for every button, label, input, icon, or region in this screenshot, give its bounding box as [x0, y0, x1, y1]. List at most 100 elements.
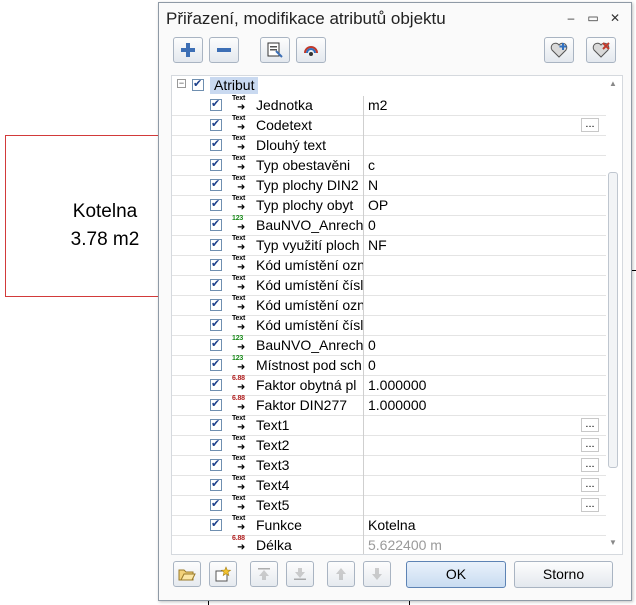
arrow-down-icon	[372, 568, 382, 580]
title-bar[interactable]: Přiřazení, modifikace atributů objektu ‒…	[159, 3, 631, 33]
attribute-row[interactable]: Text➜ Typ plochy DIN2 N	[172, 175, 606, 196]
attribute-value[interactable]: c	[368, 157, 568, 173]
vertical-scrollbar[interactable]: ▲ ▼	[607, 76, 621, 552]
attribute-value[interactable]: Kotelna	[368, 517, 568, 533]
row-checkbox[interactable]	[210, 177, 222, 191]
attribute-type-text-icon: Text ➜	[232, 295, 246, 313]
ok-button[interactable]: OK	[406, 561, 506, 588]
row-checkbox[interactable]	[210, 117, 222, 131]
attribute-value[interactable]: 1.000000	[368, 397, 568, 413]
attribute-row[interactable]: Text➜ Jednotka m2	[172, 95, 606, 116]
ellipsis-button[interactable]: ...	[581, 438, 599, 452]
row-checkbox[interactable]	[210, 477, 222, 491]
attribute-row[interactable]: Text➜ Text3...	[172, 455, 606, 476]
attribute-row[interactable]: Text➜ Kód umístění čísl	[172, 315, 606, 336]
attribute-value[interactable]: m2	[368, 97, 568, 113]
attribute-value[interactable]: 1.000000	[368, 377, 568, 393]
attribute-row[interactable]: Text➜ Kód umístění ozn	[172, 295, 606, 316]
collapse-toggle[interactable]: −	[177, 79, 186, 88]
maximize-button[interactable]: ▭	[585, 10, 601, 26]
attribute-row[interactable]: 6.88➜ Faktor DIN277 1.000000	[172, 395, 606, 416]
attribute-row[interactable]: Text➜ Typ plochy obyt OP	[172, 195, 606, 216]
attribute-row[interactable]: Text➜ Text5...	[172, 495, 606, 516]
root-checkbox[interactable]	[192, 77, 204, 91]
add-attribute-icon	[181, 43, 195, 57]
drawing-line	[208, 601, 209, 605]
row-checkbox[interactable]	[210, 157, 222, 171]
close-button[interactable]: ✕	[607, 10, 623, 26]
ellipsis-button[interactable]: ...	[581, 498, 599, 512]
row-checkbox[interactable]	[210, 137, 222, 151]
minimize-button[interactable]: ‒	[563, 10, 579, 26]
row-checkbox[interactable]	[210, 197, 222, 211]
row-checkbox[interactable]	[210, 397, 222, 411]
attribute-row[interactable]: Text➜ Codetext...	[172, 115, 606, 136]
attribute-row[interactable]: 6.88 ➜ Délka 5.622400 m	[172, 535, 606, 554]
attribute-row[interactable]: 6.88➜ Faktor obytná pl 1.000000	[172, 375, 606, 396]
attribute-name: Faktor DIN277	[256, 397, 348, 413]
row-checkbox[interactable]	[210, 217, 222, 231]
attribute-name: Text2	[256, 437, 290, 453]
attribute-row[interactable]: Text➜ Funkce Kotelna	[172, 515, 606, 536]
attribute-row[interactable]: Text➜ Typ obestavěni c	[172, 155, 606, 176]
select-template-button[interactable]	[260, 37, 290, 63]
attribute-value[interactable]: 0	[368, 357, 568, 373]
attribute-value[interactable]: OP	[368, 197, 568, 213]
attribute-row[interactable]: 123➜ Místnost pod sch 0	[172, 355, 606, 376]
row-checkbox[interactable]	[210, 257, 222, 271]
scroll-thumb[interactable]	[608, 172, 618, 468]
attribute-row[interactable]: 123➜ BauNVO_Anrech 0	[172, 335, 606, 356]
attribute-name: Délka	[256, 537, 292, 553]
attribute-row[interactable]: Text➜ Kód umístění čísl	[172, 275, 606, 296]
attribute-row[interactable]: Text➜ Text1...	[172, 415, 606, 436]
remove-attribute-button[interactable]	[209, 37, 239, 63]
attribute-value[interactable]: N	[368, 177, 568, 193]
tree-root[interactable]: − Atribut	[172, 76, 612, 96]
ellipsis-button[interactable]: ...	[581, 118, 599, 132]
column-separator	[363, 476, 364, 496]
cancel-button[interactable]: Storno	[514, 561, 613, 588]
attribute-row[interactable]: Text➜ Typ využití ploch NF	[172, 235, 606, 256]
attribute-row[interactable]: Text➜ Text4...	[172, 475, 606, 496]
attribute-value[interactable]: 0	[368, 217, 568, 233]
attribute-row[interactable]: 123➜ BauNVO_Anrech 0	[172, 215, 606, 236]
attribute-row[interactable]: Text➜ Kód umístění ozn	[172, 255, 606, 276]
row-checkbox[interactable]	[210, 97, 222, 111]
row-checkbox[interactable]	[210, 497, 222, 511]
move-down-button[interactable]	[363, 561, 391, 587]
ellipsis-button[interactable]: ...	[581, 458, 599, 472]
favorite-add-button[interactable]	[544, 37, 574, 63]
favorite-remove-button[interactable]	[586, 37, 616, 63]
ellipsis-button[interactable]: ...	[581, 478, 599, 492]
row-checkbox[interactable]	[210, 417, 222, 431]
row-checkbox[interactable]	[210, 317, 222, 331]
open-file-button[interactable]	[173, 561, 201, 587]
root-label: Atribut	[210, 77, 259, 94]
row-checkbox[interactable]	[210, 437, 222, 451]
row-checkbox[interactable]	[210, 377, 222, 391]
row-checkbox[interactable]	[210, 457, 222, 471]
scroll-down-icon[interactable]: ▼	[609, 538, 617, 547]
row-checkbox[interactable]	[210, 237, 222, 251]
row-checkbox[interactable]	[210, 337, 222, 351]
attribute-row[interactable]: Text➜ Text2...	[172, 435, 606, 456]
move-bottom-button[interactable]	[286, 561, 314, 587]
attribute-row[interactable]: Text➜ Dlouhý text	[172, 135, 606, 156]
attribute-value[interactable]: 0	[368, 337, 568, 353]
column-separator	[363, 396, 364, 416]
move-up-button[interactable]	[327, 561, 355, 587]
row-checkbox[interactable]	[210, 277, 222, 291]
row-checkbox[interactable]	[210, 297, 222, 311]
add-attribute-button[interactable]	[173, 37, 203, 63]
attribute-type-text-icon: Text ➜	[232, 95, 246, 113]
row-checkbox[interactable]	[210, 357, 222, 371]
attribute-type-text-icon: Text ➜	[232, 475, 246, 493]
row-checkbox[interactable]	[210, 517, 222, 531]
ellipsis-button[interactable]: ...	[581, 418, 599, 432]
scroll-up-icon[interactable]: ▲	[609, 79, 617, 88]
save-favorite-button[interactable]	[209, 561, 237, 587]
attribute-value[interactable]: NF	[368, 237, 568, 253]
move-top-button[interactable]	[250, 561, 278, 587]
load-settings-button[interactable]	[296, 37, 326, 63]
drawing-line	[409, 601, 410, 605]
